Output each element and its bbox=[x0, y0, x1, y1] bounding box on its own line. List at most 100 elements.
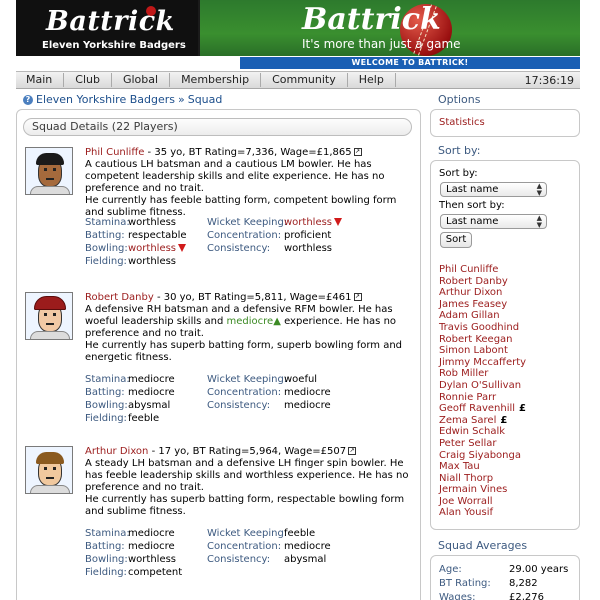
average-value: £2,276 bbox=[509, 592, 544, 600]
secondary-sort-value: Last name bbox=[446, 216, 499, 227]
player-list-item-transfer[interactable]: Geoff Ravenhill £ bbox=[439, 403, 575, 415]
external-link-icon[interactable]: ↗ bbox=[353, 148, 362, 156]
player-list-name: Zema Sarel bbox=[439, 414, 497, 426]
transfer-pound-icon: £ bbox=[519, 403, 526, 415]
nav-global[interactable]: Global bbox=[112, 73, 171, 87]
player-list-name: Geoff Ravenhill bbox=[439, 403, 516, 415]
player-avatar[interactable] bbox=[25, 446, 73, 494]
player-meta: - 17 yo, BT Rating=5,964, Wage=£507 bbox=[148, 446, 347, 457]
keeping-label: Wicket Keeping: bbox=[207, 374, 288, 385]
player-list-item-transfer[interactable]: Zema Sarel £ bbox=[439, 415, 575, 427]
sortby-heading: Sort by: bbox=[438, 144, 481, 157]
cricket-cap-icon bbox=[34, 296, 66, 310]
player-list-item[interactable]: Adam Gillan bbox=[439, 310, 575, 322]
keeping-value-wrap: worthless bbox=[284, 216, 343, 229]
player-list-item[interactable]: Niall Thorp bbox=[439, 473, 575, 485]
consistency-value: abysmal bbox=[284, 554, 327, 565]
player-name-link[interactable]: Phil Cunliffe bbox=[85, 147, 144, 158]
player-list-item[interactable]: Travis Goodhind bbox=[439, 322, 575, 334]
player-list-item[interactable]: Arthur Dixon bbox=[439, 287, 575, 299]
player-avatar[interactable] bbox=[25, 147, 73, 195]
consistency-value: worthless bbox=[284, 243, 333, 254]
team-name: Eleven Yorkshire Badgers bbox=[42, 40, 186, 51]
player-avatar[interactable] bbox=[25, 292, 73, 340]
player-name-link[interactable]: Robert Danby bbox=[85, 292, 154, 303]
sortby-box: Sort by: Last name ▲ ▼ Then sort by: Last… bbox=[430, 160, 580, 530]
statistics-link[interactable]: Statistics bbox=[439, 117, 485, 128]
player-list-item[interactable]: Phil Cunliffe bbox=[439, 264, 575, 276]
player-list-item[interactable]: Max Tau bbox=[439, 461, 575, 473]
fielding-label: Fielding: bbox=[85, 567, 127, 578]
player-card: Arthur Dixon - 17 yo, BT Rating=5,964, W… bbox=[25, 446, 417, 578]
batting-value: mediocre bbox=[128, 387, 175, 398]
player-list-item[interactable]: Joe Worrall bbox=[439, 496, 575, 508]
secondary-sort-select[interactable]: Last name ▲ ▼ bbox=[440, 214, 547, 229]
options-box: Statistics bbox=[430, 109, 580, 137]
keeping-label: Wicket Keeping: bbox=[207, 528, 288, 539]
player-list-item[interactable]: Jermain Vines bbox=[439, 484, 575, 496]
primary-sort-value: Last name bbox=[446, 184, 499, 195]
sort-button[interactable]: Sort bbox=[440, 232, 472, 248]
right-logo-title: Battrick bbox=[302, 2, 441, 37]
player-list-item[interactable]: Dylan O'Sullivan bbox=[439, 380, 575, 392]
squad-details-title: Squad Details (22 Players) bbox=[23, 118, 412, 136]
club-logo[interactable]: Battrick Eleven Yorkshire Badgers bbox=[16, 0, 198, 56]
player-list-item[interactable]: Alan Yousif bbox=[439, 507, 575, 519]
welcome-bar: WELCOME TO BATTRICK! bbox=[240, 57, 580, 69]
player-list-item[interactable]: James Feasey bbox=[439, 299, 575, 311]
nav-main[interactable]: Main bbox=[16, 73, 65, 87]
consistency-label: Consistency: bbox=[207, 243, 271, 254]
player-description-text: A defensive RH batsman and a defensive R… bbox=[85, 304, 417, 340]
stamina-value: mediocre bbox=[128, 528, 175, 539]
player-description-text: A cautious LH batsman and a cautious LM … bbox=[85, 159, 385, 194]
nav-community[interactable]: Community bbox=[261, 73, 348, 87]
select-arrows-icon: ▲ ▼ bbox=[536, 182, 542, 197]
batting-value: mediocre bbox=[128, 541, 175, 552]
server-clock: 17:36:19 bbox=[524, 73, 574, 87]
average-label: Age: bbox=[439, 564, 462, 575]
select-arrows-icon: ▲ ▼ bbox=[536, 214, 542, 229]
squad-panel: Squad Details (22 Players) Phil Cunliffe… bbox=[16, 109, 421, 600]
player-list-item[interactable]: Craig Siyabonga bbox=[439, 450, 575, 462]
player-list-item[interactable]: Jimmy Mccafferty bbox=[439, 357, 575, 369]
skill-drop-arrow-icon bbox=[178, 244, 187, 252]
player-skills: Stamina: mediocre Wicket Keeping: woeful… bbox=[85, 373, 417, 425]
averages-box: Age: 29.00 years BT Rating: 8,282 Wages:… bbox=[430, 555, 580, 600]
breadcrumb-club[interactable]: Eleven Yorkshire Badgers bbox=[36, 93, 175, 106]
player-list-item[interactable]: Rob Miller bbox=[439, 368, 575, 380]
main-nav: Main Club Global Membership Community He… bbox=[16, 71, 580, 89]
nav-help[interactable]: Help bbox=[348, 73, 396, 87]
fielding-value: feeble bbox=[128, 413, 160, 424]
player-list-item[interactable]: Simon Labont bbox=[439, 345, 575, 357]
nav-membership[interactable]: Membership bbox=[170, 73, 262, 87]
nav-club[interactable]: Club bbox=[64, 73, 112, 87]
external-link-icon[interactable]: ↗ bbox=[348, 447, 357, 455]
consistency-label: Consistency: bbox=[207, 400, 271, 411]
player-header: Phil Cunliffe - 35 yo, BT Rating=7,336, … bbox=[85, 147, 417, 159]
breadcrumb-page[interactable]: Squad bbox=[188, 93, 223, 106]
stamina-value: worthless bbox=[128, 217, 177, 228]
battrick-logo[interactable]: Battrick It's more than just a game bbox=[200, 0, 580, 56]
player-name-link[interactable]: Arthur Dixon bbox=[85, 446, 148, 457]
player-skills: Stamina: mediocre Wicket Keeping: feeble… bbox=[85, 527, 417, 579]
player-list-item[interactable]: Ronnie Parr bbox=[439, 392, 575, 404]
site-banner: Battrick Eleven Yorkshire Badgers Battri… bbox=[16, 0, 580, 56]
player-list-item[interactable]: Edwin Schalk bbox=[439, 426, 575, 438]
primary-sort-select[interactable]: Last name ▲ ▼ bbox=[440, 182, 547, 197]
average-label: Wages: bbox=[439, 592, 476, 600]
player-list-item[interactable]: Peter Sellar bbox=[439, 438, 575, 450]
average-value: 29.00 years bbox=[509, 564, 569, 575]
player-list-item[interactable]: Robert Danby bbox=[439, 276, 575, 288]
tagline: It's more than just a game bbox=[302, 37, 461, 51]
external-link-icon[interactable]: ↗ bbox=[353, 293, 362, 301]
batting-value: respectable bbox=[128, 230, 187, 241]
batting-label: Batting: bbox=[85, 230, 125, 241]
concentration-value: mediocre bbox=[284, 387, 331, 398]
averages-heading: Squad Averages bbox=[438, 539, 528, 552]
average-label: BT Rating: bbox=[439, 578, 491, 589]
concentration-label: Concentration: bbox=[207, 541, 282, 552]
bowling-value: abysmal bbox=[128, 400, 171, 411]
player-card: Robert Danby - 30 yo, BT Rating=5,811, W… bbox=[25, 292, 417, 424]
player-list-item[interactable]: Robert Keegan bbox=[439, 334, 575, 346]
player-meta: - 35 yo, BT Rating=7,336, Wage=£1,865 bbox=[144, 147, 352, 158]
